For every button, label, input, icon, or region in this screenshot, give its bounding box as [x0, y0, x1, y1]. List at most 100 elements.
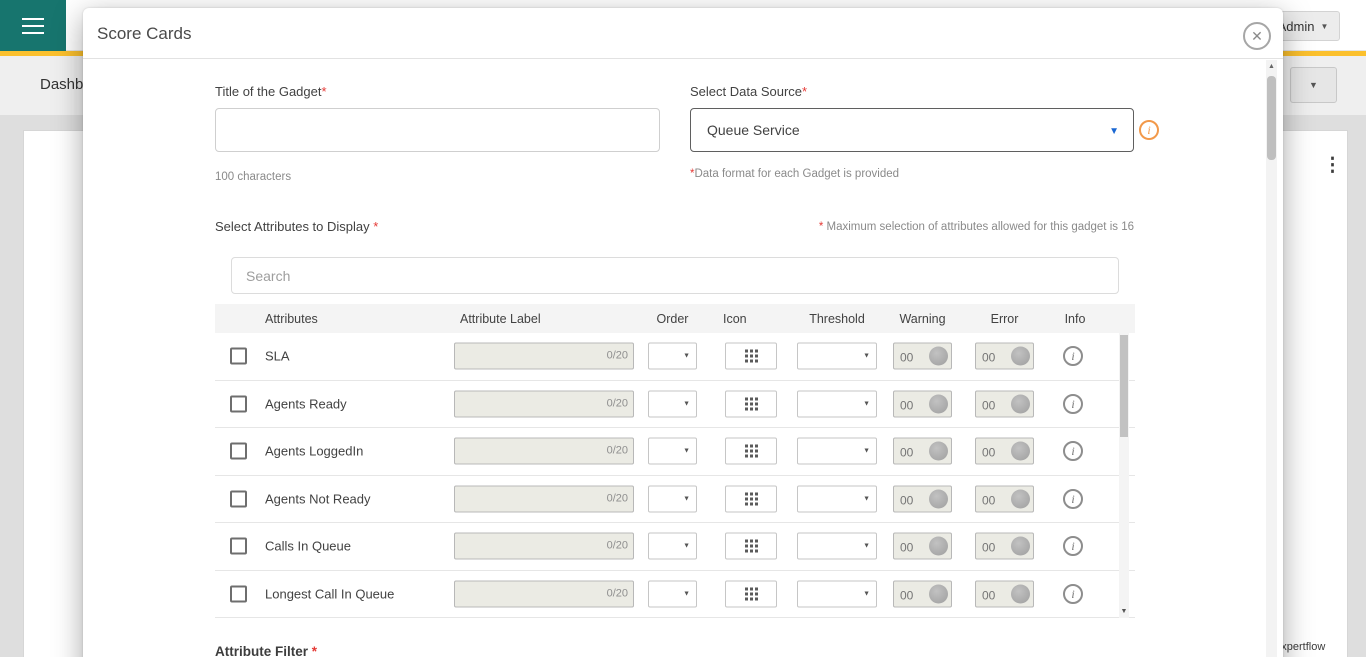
warning-input[interactable]: 00 — [893, 533, 952, 560]
icon-picker-button[interactable] — [725, 390, 777, 417]
chevron-down-icon: ▼ — [683, 543, 690, 550]
warning-input[interactable]: 00 — [893, 343, 952, 370]
icon-picker-button[interactable] — [725, 533, 777, 560]
error-input[interactable]: 00 — [975, 533, 1034, 560]
threshold-select[interactable]: ▼ — [797, 343, 877, 370]
warning-value: 00 — [900, 398, 913, 412]
col-header-warning: Warning — [893, 312, 952, 326]
warning-value: 00 — [900, 351, 913, 365]
char-counter: 0/20 — [607, 445, 628, 457]
chevron-down-icon: ▼ — [863, 353, 870, 360]
attribute-filter-label: Attribute Filter * — [215, 644, 317, 657]
grid-icon — [745, 350, 748, 353]
warning-input[interactable]: 00 — [893, 580, 952, 607]
stepper-knob-icon — [929, 584, 948, 603]
icon-picker-button[interactable] — [725, 343, 777, 370]
char-counter: 0/20 — [607, 397, 628, 409]
order-select[interactable]: ▼ — [648, 533, 697, 560]
attribute-label-input[interactable]: 0/20 — [454, 533, 634, 560]
warning-value: 00 — [900, 493, 913, 507]
data-source-value: Queue Service — [707, 122, 800, 138]
threshold-select[interactable]: ▼ — [797, 438, 877, 465]
threshold-select[interactable]: ▼ — [797, 533, 877, 560]
scroll-down-icon[interactable]: ▼ — [1119, 608, 1129, 615]
col-header-attribute-label: Attribute Label — [460, 312, 541, 326]
stepper-knob-icon — [1011, 394, 1030, 413]
order-select[interactable]: ▼ — [648, 485, 697, 512]
scrollbar-thumb[interactable] — [1120, 335, 1128, 437]
error-value: 00 — [982, 351, 995, 365]
error-input[interactable]: 00 — [975, 343, 1034, 370]
info-icon[interactable]: i — [1063, 346, 1083, 366]
stepper-knob-icon — [1011, 489, 1030, 508]
menu-icon — [22, 32, 44, 34]
search-input[interactable] — [231, 257, 1119, 294]
character-limit-hint: 100 characters — [215, 171, 291, 183]
info-icon[interactable]: i — [1139, 120, 1159, 140]
warning-input[interactable]: 00 — [893, 390, 952, 417]
attribute-name: Agents Ready — [265, 396, 347, 411]
row-checkbox[interactable] — [230, 395, 247, 412]
attributes-table: Attributes Attribute Label Order Icon Th… — [215, 304, 1135, 618]
gadget-title-input[interactable] — [215, 108, 660, 152]
error-input[interactable]: 00 — [975, 390, 1034, 417]
error-value: 00 — [982, 588, 995, 602]
attribute-label-input[interactable]: 0/20 — [454, 390, 634, 417]
scroll-up-icon[interactable]: ▲ — [1266, 63, 1277, 70]
close-icon: ✕ — [1251, 28, 1263, 44]
order-select[interactable]: ▼ — [648, 390, 697, 417]
info-icon[interactable]: i — [1063, 584, 1083, 604]
warning-input[interactable]: 00 — [893, 485, 952, 512]
dialog-scrollbar[interactable]: ▲ — [1266, 60, 1277, 657]
col-header-attributes: Attributes — [265, 312, 318, 326]
threshold-select[interactable]: ▼ — [797, 580, 877, 607]
order-select[interactable]: ▼ — [648, 580, 697, 607]
chevron-down-icon: ▼ — [683, 400, 690, 407]
gadget-title-label: Title of the Gadget* — [215, 84, 327, 99]
data-source-select[interactable]: Queue Service ▼ — [690, 108, 1134, 152]
info-icon[interactable]: i — [1063, 489, 1083, 509]
info-icon[interactable]: i — [1063, 441, 1083, 461]
threshold-select[interactable]: ▼ — [797, 390, 877, 417]
icon-picker-button[interactable] — [725, 580, 777, 607]
attribute-label-input[interactable]: 0/20 — [454, 438, 634, 465]
row-checkbox[interactable] — [230, 585, 247, 602]
warning-value: 00 — [900, 588, 913, 602]
dialog-title: Score Cards — [97, 24, 191, 44]
chevron-down-icon: ▼ — [863, 400, 870, 407]
attribute-label-input[interactable]: 0/20 — [454, 580, 634, 607]
warning-value: 00 — [900, 541, 913, 555]
icon-picker-button[interactable] — [725, 438, 777, 465]
col-header-threshold: Threshold — [797, 312, 877, 326]
attributes-section-label-text: Select Attributes to Display — [215, 219, 370, 234]
row-checkbox[interactable] — [230, 443, 247, 460]
icon-picker-button[interactable] — [725, 485, 777, 512]
col-header-info: Info — [1051, 312, 1099, 326]
chevron-down-icon: ▼ — [683, 590, 690, 597]
close-button[interactable]: ✕ — [1243, 22, 1271, 50]
scrollbar-thumb[interactable] — [1267, 76, 1276, 160]
chevron-down-icon: ▼ — [683, 353, 690, 360]
char-counter: 0/20 — [607, 350, 628, 362]
chevron-down-icon: ▼ — [1309, 80, 1318, 90]
info-icon[interactable]: i — [1063, 536, 1083, 556]
info-icon[interactable]: i — [1063, 394, 1083, 414]
error-input[interactable]: 00 — [975, 580, 1034, 607]
table-scrollbar[interactable]: ▼ — [1119, 333, 1129, 618]
toolbar-dropdown-button[interactable]: ▼ — [1290, 67, 1337, 103]
row-checkbox[interactable] — [230, 490, 247, 507]
error-input[interactable]: 00 — [975, 438, 1034, 465]
order-select[interactable]: ▼ — [648, 343, 697, 370]
attribute-label-input[interactable]: 0/20 — [454, 343, 634, 370]
data-source-hint-text: Data format for each Gadget is provided — [694, 168, 899, 180]
row-checkbox[interactable] — [230, 538, 247, 555]
row-checkbox[interactable] — [230, 348, 247, 365]
hamburger-menu-button[interactable] — [0, 0, 66, 51]
stepper-knob-icon — [1011, 442, 1030, 461]
order-select[interactable]: ▼ — [648, 438, 697, 465]
warning-input[interactable]: 00 — [893, 438, 952, 465]
attribute-label-input[interactable]: 0/20 — [454, 485, 634, 512]
threshold-select[interactable]: ▼ — [797, 485, 877, 512]
error-input[interactable]: 00 — [975, 485, 1034, 512]
kebab-menu-icon[interactable]: ⋮ — [1323, 157, 1342, 175]
